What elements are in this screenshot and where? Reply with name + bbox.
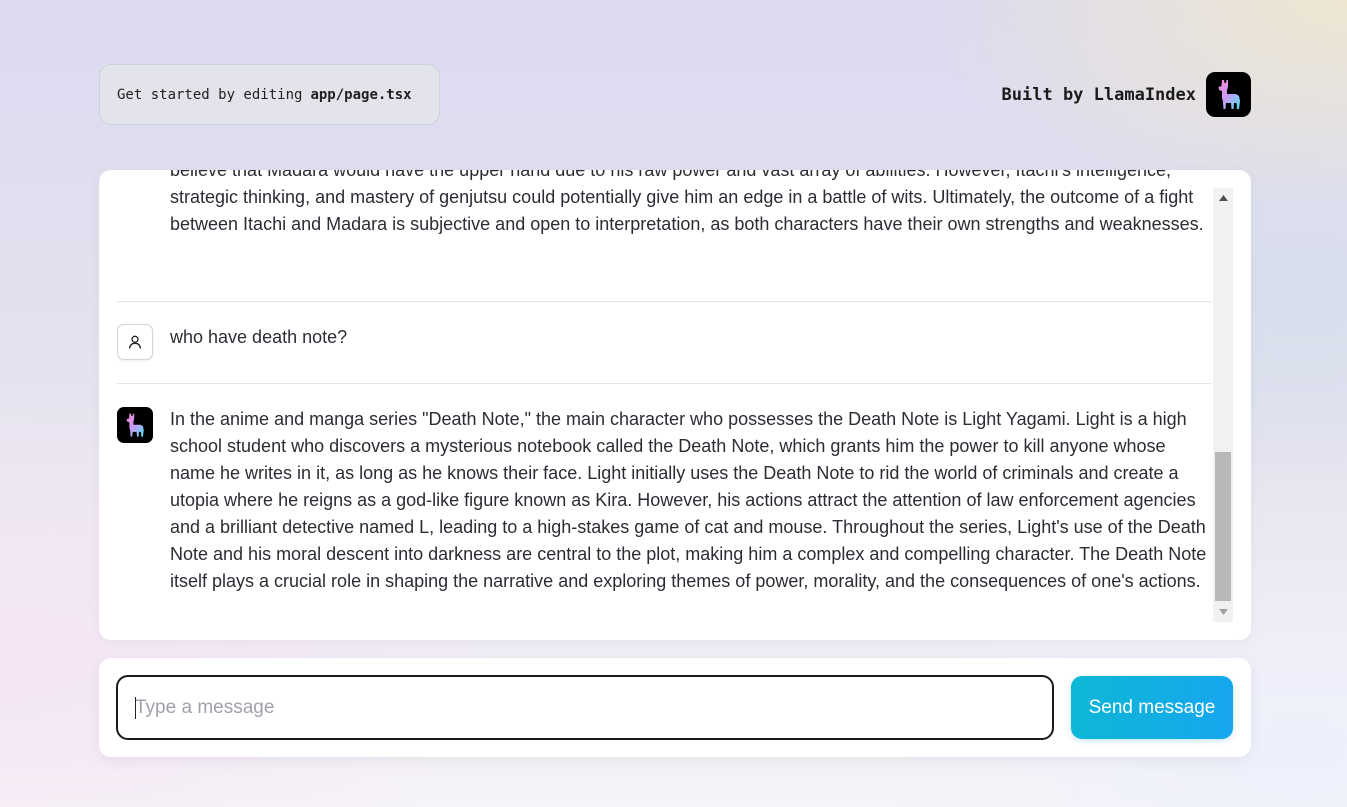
user-icon — [117, 324, 153, 360]
message-user: who have death note? — [117, 302, 1211, 383]
edit-hint-box: Get started by editing app/page.tsx — [99, 64, 440, 125]
text-caret — [135, 697, 136, 719]
edit-hint-text: Get started by editing — [117, 86, 303, 103]
send-message-button[interactable]: Send message — [1071, 676, 1233, 739]
chat-history-panel[interactable]: believe that Madara would have the upper… — [99, 170, 1251, 640]
scroll-up-arrow-icon[interactable] — [1213, 190, 1233, 206]
message-list: believe that Madara would have the upper… — [117, 170, 1211, 640]
scrollbar-thumb[interactable] — [1215, 452, 1231, 601]
message-text: who have death note? — [170, 327, 348, 347]
built-by-link[interactable]: Built by LlamaIndex — [1002, 72, 1251, 117]
message-input[interactable] — [116, 675, 1054, 740]
message-composer: Send message — [99, 658, 1251, 757]
scroll-down-arrow-icon[interactable] — [1213, 604, 1233, 620]
built-by-text: Built by LlamaIndex — [1001, 84, 1196, 105]
message-text: believe that Madara would have the upper… — [170, 170, 1204, 234]
message-text: In the anime and manga series "Death Not… — [170, 409, 1207, 591]
message-assistant: believe that Madara would have the upper… — [117, 170, 1211, 301]
chat-scrollbar[interactable] — [1213, 188, 1233, 622]
llama-icon — [117, 407, 153, 443]
llama-logo-icon — [1206, 72, 1251, 117]
message-assistant: In the anime and manga series "Death Not… — [117, 384, 1211, 640]
edit-hint-code: app/page.tsx — [310, 86, 412, 103]
